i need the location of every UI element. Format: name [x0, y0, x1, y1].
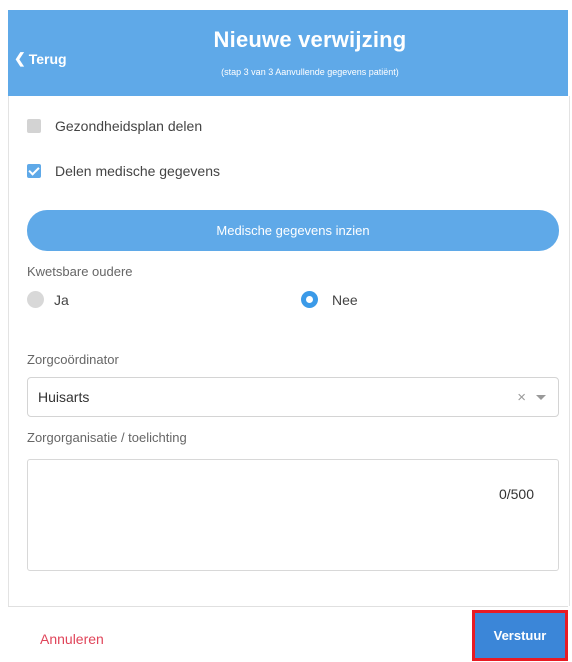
- radio-no[interactable]: [301, 291, 318, 308]
- radio-yes-label: Ja: [54, 291, 69, 308]
- page-title: Nieuwe verwijzing: [213, 27, 407, 52]
- care-organisation-textarea[interactable]: 0/500: [27, 459, 559, 571]
- radio-yes[interactable]: [27, 291, 44, 308]
- health-plan-checkbox[interactable]: [27, 119, 41, 133]
- health-plan-label: Gezondheidsplan delen: [55, 118, 203, 134]
- radio-no-label: Nee: [332, 291, 358, 308]
- clear-icon[interactable]: ×: [517, 389, 526, 406]
- character-counter: 0/500: [498, 486, 534, 502]
- radio-option-no[interactable]: Nee: [301, 291, 358, 308]
- care-coordinator-label: Zorgcoördinator: [27, 352, 119, 367]
- cancel-button[interactable]: Annuleren: [40, 631, 104, 647]
- footer-bar: Annuleren Verstuur: [8, 606, 568, 662]
- form-content: Gezondheidsplan delen Delen medische geg…: [8, 96, 570, 606]
- checkbox-row-health-plan[interactable]: Gezondheidsplan delen: [27, 118, 202, 134]
- care-organisation-label: Zorgorganisatie / toelichting: [27, 430, 187, 445]
- checkbox-row-medical-data[interactable]: Delen medische gegevens: [27, 163, 220, 179]
- page-subtitle: (stap 3 van 3 Aanvullende gegevens patië…: [221, 67, 399, 77]
- header-bar: ❮ Terug Nieuwe verwijzing (stap 3 van 3 …: [8, 10, 568, 96]
- radio-option-yes[interactable]: Ja: [27, 291, 69, 308]
- chevron-down-icon[interactable]: [536, 394, 546, 400]
- care-coordinator-value: Huisarts: [38, 389, 90, 405]
- view-medical-data-button[interactable]: Medische gegevens inzien: [27, 210, 559, 251]
- send-button[interactable]: Verstuur: [472, 610, 568, 661]
- care-coordinator-select[interactable]: Huisarts ×: [27, 377, 559, 417]
- vulnerable-elderly-label: Kwetsbare oudere: [27, 264, 133, 279]
- medical-data-label: Delen medische gegevens: [55, 163, 220, 179]
- medical-data-checkbox[interactable]: [27, 164, 41, 178]
